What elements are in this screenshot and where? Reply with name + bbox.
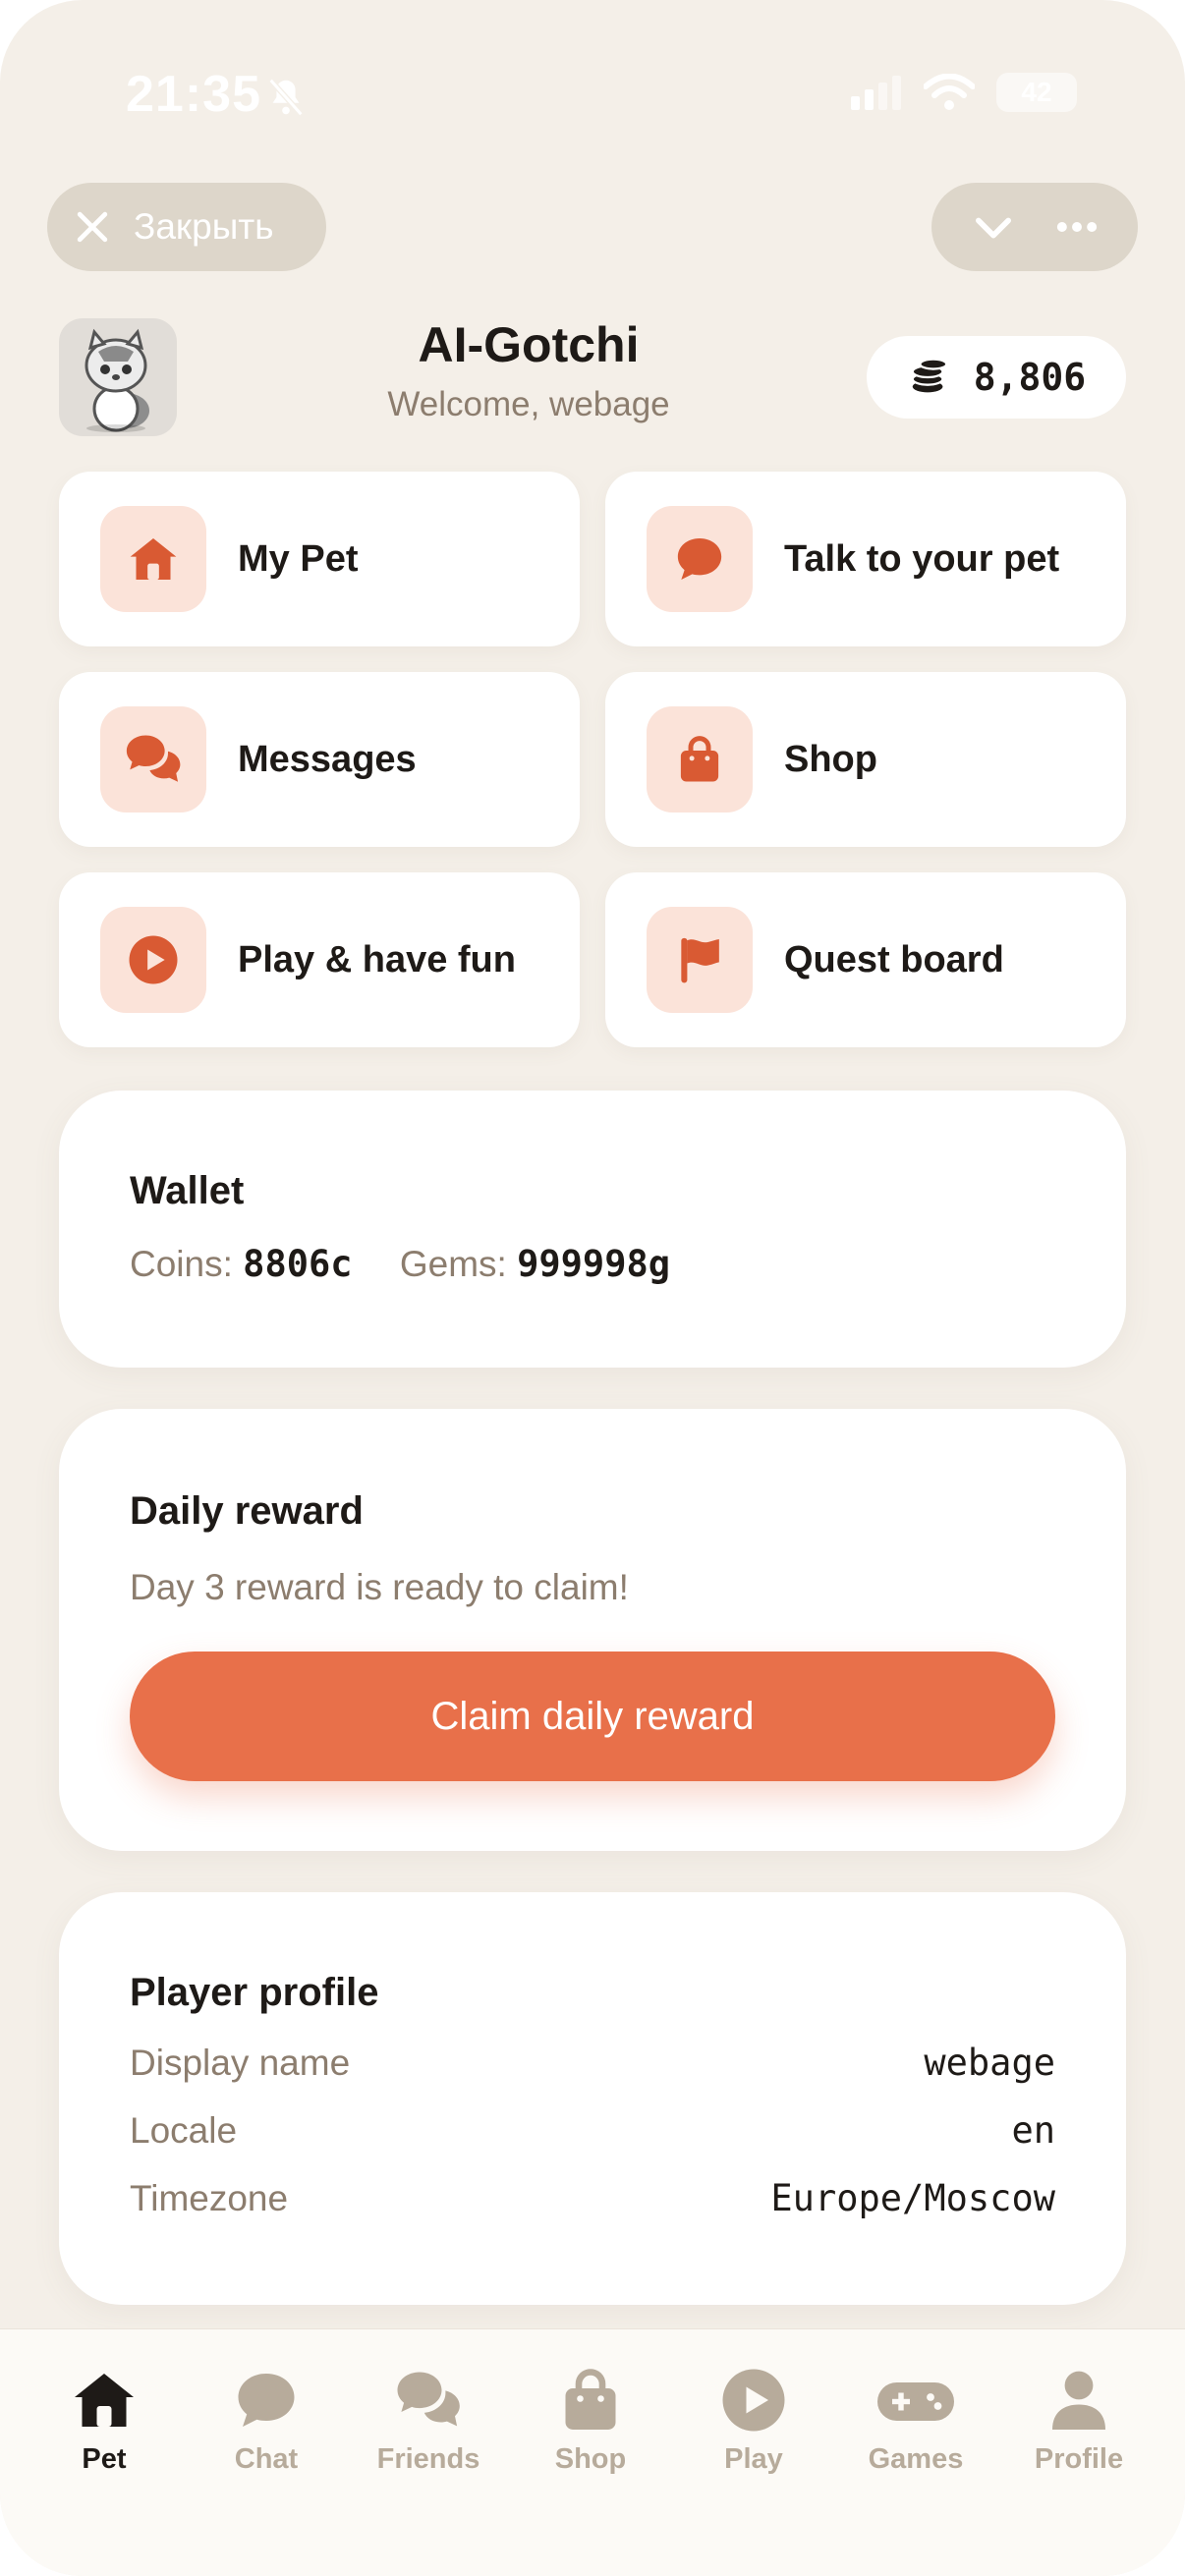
coins-label: Coins: — [130, 1244, 233, 1284]
nav-label: Profile — [1034, 2443, 1124, 2475]
nav-label: Games — [868, 2443, 964, 2475]
menu-label: My Pet — [238, 537, 359, 580]
status-indicators: 42 — [851, 73, 1077, 112]
coins-icon — [911, 358, 948, 393]
menu-messages[interactable]: Messages — [59, 672, 580, 847]
battery-indicator: 42 — [996, 73, 1077, 112]
play-icon — [722, 2369, 785, 2432]
profile-row-value: Europe/Moscow — [770, 2177, 1055, 2219]
nav-label: Shop — [554, 2443, 627, 2475]
close-button-label: Закрыть — [134, 206, 274, 247]
menu-icon-tile — [647, 907, 753, 1013]
menu-quest-board[interactable]: Quest board — [605, 872, 1126, 1047]
coins-value: 8806c — [243, 1243, 353, 1285]
status-time: 21:35 — [126, 66, 261, 123]
profile-row-value: webage — [924, 2042, 1055, 2084]
coin-balance-badge[interactable]: 8,806 — [867, 336, 1126, 419]
gems-value: 999998g — [517, 1243, 671, 1285]
profile-row-label: Locale — [130, 2109, 238, 2151]
user-icon — [1052, 2371, 1105, 2430]
bottom-navigation: Pet Chat Friends Shop Play Games Profile — [0, 2328, 1185, 2576]
menu-label: Messages — [238, 738, 417, 780]
nav-shop[interactable]: Shop — [517, 2365, 664, 2476]
shopping-bag-icon — [680, 736, 719, 782]
daily-reward-card: Daily reward Day 3 reward is ready to cl… — [59, 1409, 1126, 1851]
chat-bubble-icon — [677, 538, 722, 580]
menu-label: Play & have fun — [238, 938, 516, 980]
menu-icon-tile — [100, 706, 206, 812]
menu-label: Talk to your pet — [784, 537, 1060, 580]
chat-bubble-icon — [238, 2374, 295, 2427]
menu-my-pet[interactable]: My Pet — [59, 472, 580, 646]
nav-label: Chat — [234, 2443, 299, 2475]
menu-shop[interactable]: Shop — [605, 672, 1126, 847]
header-menu-pill — [931, 183, 1138, 271]
daily-reward-title: Daily reward — [130, 1489, 364, 1533]
menu-label: Shop — [784, 738, 877, 780]
close-button[interactable]: Закрыть — [47, 183, 326, 271]
flag-icon — [681, 937, 719, 983]
menu-icon-tile — [647, 506, 753, 612]
play-icon — [129, 935, 178, 984]
nav-play[interactable]: Play — [680, 2365, 827, 2476]
shopping-bag-icon — [565, 2369, 616, 2430]
nav-pet[interactable]: Pet — [30, 2365, 178, 2476]
nav-label: Friends — [376, 2443, 480, 2475]
menu-talk-to-pet[interactable]: Talk to your pet — [605, 472, 1126, 646]
player-profile-card: Player profile Display name webage Local… — [59, 1892, 1126, 2305]
profile-row-label: Display name — [130, 2042, 351, 2083]
profile-row-display-name: Display name webage — [130, 2029, 1055, 2097]
wallet-balances: Coins: 8806c Gems: 999998g — [130, 1243, 1055, 1285]
close-icon — [77, 211, 108, 243]
nav-friends[interactable]: Friends — [355, 2365, 502, 2476]
chevron-down-icon[interactable] — [968, 201, 1019, 252]
more-options-icon[interactable] — [1051, 201, 1102, 252]
player-profile-title: Player profile — [130, 1971, 379, 2014]
nav-label: Pet — [82, 2443, 127, 2475]
coin-balance-value: 8,806 — [973, 356, 1087, 399]
gamepad-icon — [877, 2382, 954, 2421]
nav-profile[interactable]: Profile — [1005, 2365, 1153, 2476]
signal-icon — [851, 76, 901, 110]
gems-label: Gems: — [399, 1244, 507, 1284]
menu-icon-tile — [647, 706, 753, 812]
app-screen: 21:35 42 Закрыть AI-Gotchi Welcome, weba… — [0, 0, 1185, 2576]
profile-row-label: Timezone — [130, 2177, 289, 2218]
wallet-title: Wallet — [130, 1169, 245, 1212]
messages-icon — [126, 735, 181, 782]
menu-icon-tile — [100, 907, 206, 1013]
profile-row-value: en — [1011, 2109, 1055, 2152]
wallet-card: Wallet Coins: 8806c Gems: 999998g — [59, 1091, 1126, 1368]
home-icon — [130, 538, 177, 580]
menu-play[interactable]: Play & have fun — [59, 872, 580, 1047]
nav-games[interactable]: Games — [842, 2365, 989, 2476]
claim-daily-reward-button[interactable]: Claim daily reward — [130, 1652, 1055, 1781]
bell-muted-icon — [268, 78, 304, 117]
profile-row-timezone: Timezone Europe/Moscow — [130, 2164, 1055, 2232]
daily-reward-message: Day 3 reward is ready to claim! — [130, 1567, 629, 1607]
wifi-icon — [924, 74, 975, 110]
nav-label: Play — [724, 2443, 783, 2475]
home-icon — [75, 2374, 134, 2427]
profile-row-locale: Locale en — [130, 2097, 1055, 2164]
nav-chat[interactable]: Chat — [193, 2365, 340, 2476]
messages-icon — [397, 2372, 460, 2427]
menu-label: Quest board — [784, 938, 1004, 980]
menu-icon-tile — [100, 506, 206, 612]
